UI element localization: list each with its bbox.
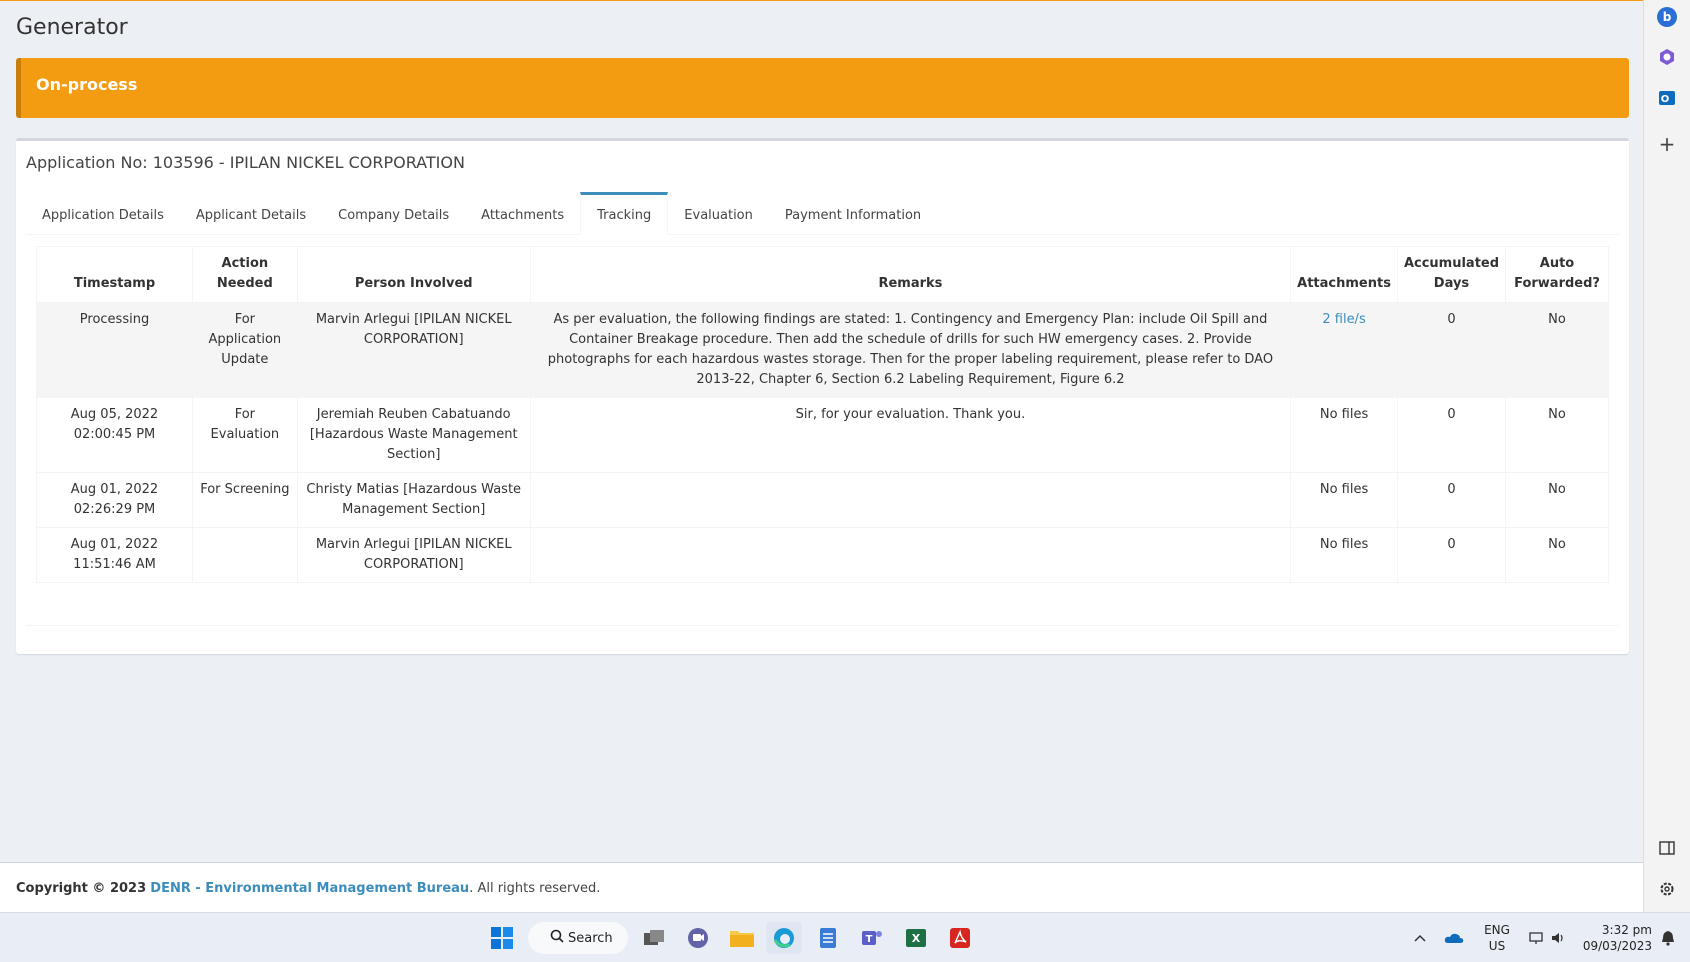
page: Generator On-process Application No: 103… <box>0 0 1643 962</box>
status-callout: On-process <box>16 58 1629 118</box>
header-action-needed: Action Needed <box>192 246 298 303</box>
header-auto-forwarded: Auto Forwarded? <box>1505 246 1609 303</box>
cell-days: 0 <box>1396 472 1507 528</box>
page-footer: Copyright © 2023 DENR - Environmental Ma… <box>0 862 1643 913</box>
cell-action: For Screening <box>192 472 298 528</box>
sidebar-layout-icon[interactable] <box>1656 837 1678 859</box>
cell-action: For Evaluation <box>192 397 298 473</box>
cell-attachments: 2 file/s <box>1290 302 1398 398</box>
cell-auto: No <box>1505 397 1609 473</box>
copilot-icon[interactable] <box>1656 46 1678 68</box>
tab-evaluation[interactable]: Evaluation <box>668 192 769 235</box>
cell-timestamp: Processing <box>36 302 193 398</box>
taskbar: Search T X ENG US 3:32 pm 09/03/2023 <box>0 912 1690 962</box>
edge-sidebar: b O + <box>1643 0 1690 912</box>
notepad-icon[interactable] <box>810 922 846 954</box>
header-accumulated-days: Accumulated Days <box>1396 246 1507 303</box>
box-divider <box>26 625 1619 626</box>
clock[interactable]: 3:32 pm 09/03/2023 <box>1578 922 1652 954</box>
region-code: US <box>1488 939 1506 953</box>
tab-tracking[interactable]: Tracking <box>580 192 669 235</box>
tab-company-details[interactable]: Company Details <box>322 192 465 235</box>
cell-person: Jeremiah Reuben Cabatuando [Hazardous Wa… <box>296 397 531 473</box>
outlook-icon[interactable]: O <box>1656 87 1678 109</box>
table-row: Aug 05, 2022 02:00:45 PM For Evaluation … <box>36 397 1609 473</box>
add-icon[interactable]: + <box>1656 132 1678 156</box>
cell-attachments: No files <box>1290 527 1398 583</box>
cell-person: Marvin Arlegui [IPILAN NICKEL CORPORATIO… <box>296 302 531 398</box>
copyright-text: Copyright © 2023 <box>16 881 147 896</box>
table-row: Processing For Application Update Marvin… <box>36 302 1609 398</box>
application-box: Application No: 103596 - IPILAN NICKEL C… <box>16 138 1629 654</box>
bing-chat-icon[interactable]: b <box>1656 6 1678 28</box>
header-person-involved: Person Involved <box>296 246 531 303</box>
cell-action <box>192 527 298 583</box>
cell-auto: No <box>1505 527 1609 583</box>
svg-text:X: X <box>912 932 921 945</box>
rights-text: . All rights reserved. <box>469 881 601 896</box>
clock-date: 09/03/2023 <box>1582 939 1652 953</box>
cell-days: 0 <box>1396 527 1507 583</box>
header-remarks: Remarks <box>529 246 1292 303</box>
cell-timestamp: Aug 01, 2022 11:51:46 AM <box>36 527 193 583</box>
table-header-row: Timestamp Action Needed Person Involved … <box>36 246 1609 303</box>
cell-timestamp: Aug 01, 2022 02:26:29 PM <box>36 472 193 528</box>
cell-days: 0 <box>1396 397 1507 473</box>
svg-text:T: T <box>866 934 873 945</box>
header-timestamp: Timestamp <box>36 246 193 303</box>
notification-bell-icon[interactable] <box>1656 922 1680 954</box>
tracking-table: Timestamp Action Needed Person Involved … <box>36 246 1609 583</box>
svg-text:O: O <box>1661 94 1670 105</box>
cell-auto: No <box>1505 302 1609 398</box>
task-view-icon[interactable] <box>636 922 672 954</box>
attachments-link[interactable]: 2 file/s <box>1322 312 1365 327</box>
excel-icon[interactable]: X <box>898 922 934 954</box>
search-label: Search <box>568 930 613 946</box>
application-heading: Application No: 103596 - IPILAN NICKEL C… <box>26 153 465 172</box>
svg-text:b: b <box>1663 10 1672 24</box>
clock-time: 3:32 pm <box>1601 923 1652 937</box>
cell-remarks: Sir, for your evaluation. Thank you. <box>529 397 1292 473</box>
cell-attachments: No files <box>1290 472 1398 528</box>
chevron-up-icon[interactable] <box>1410 922 1430 954</box>
tab-application-details[interactable]: Application Details <box>26 192 180 235</box>
teams-icon[interactable]: T <box>854 922 890 954</box>
edge-browser-icon[interactable] <box>766 922 802 954</box>
acrobat-icon[interactable] <box>942 922 978 954</box>
cell-remarks: As per evaluation, the following finding… <box>529 302 1292 398</box>
file-explorer-icon[interactable] <box>724 922 760 954</box>
table-row: Aug 01, 2022 11:51:46 AM Marvin Arlegui … <box>36 527 1609 583</box>
language-indicator[interactable]: ENG US <box>1480 922 1514 954</box>
tab-attachments[interactable]: Attachments <box>465 192 580 235</box>
volume-icon[interactable] <box>1548 922 1568 954</box>
chat-icon[interactable] <box>680 922 716 954</box>
taskbar-search[interactable]: Search <box>528 922 628 954</box>
network-icon[interactable] <box>1526 922 1548 954</box>
settings-gear-icon[interactable] <box>1656 878 1678 900</box>
header-attachments: Attachments <box>1290 246 1398 303</box>
table-row: Aug 01, 2022 02:26:29 PM For Screening C… <box>36 472 1609 528</box>
cell-person: Christy Matias [Hazardous Waste Manageme… <box>296 472 531 528</box>
cell-attachments: No files <box>1290 397 1398 473</box>
tab-bar: Application Details Applicant Details Co… <box>26 192 1619 235</box>
page-title: Generator <box>16 15 128 40</box>
cell-person: Marvin Arlegui [IPILAN NICKEL CORPORATIO… <box>296 527 531 583</box>
tab-applicant-details[interactable]: Applicant Details <box>180 192 322 235</box>
onedrive-cloud-icon[interactable] <box>1442 922 1466 954</box>
search-icon <box>550 929 564 947</box>
language-code: ENG <box>1484 923 1510 937</box>
tab-payment-information[interactable]: Payment Information <box>769 192 937 235</box>
cell-auto: No <box>1505 472 1609 528</box>
cell-days: 0 <box>1396 302 1507 398</box>
org-link[interactable]: DENR - Environmental Management Bureau <box>150 881 469 896</box>
cell-action: For Application Update <box>192 302 298 398</box>
cell-remarks <box>529 527 1292 583</box>
cell-remarks <box>529 472 1292 528</box>
cell-timestamp: Aug 05, 2022 02:00:45 PM <box>36 397 193 473</box>
windows-start-icon[interactable] <box>484 922 520 954</box>
